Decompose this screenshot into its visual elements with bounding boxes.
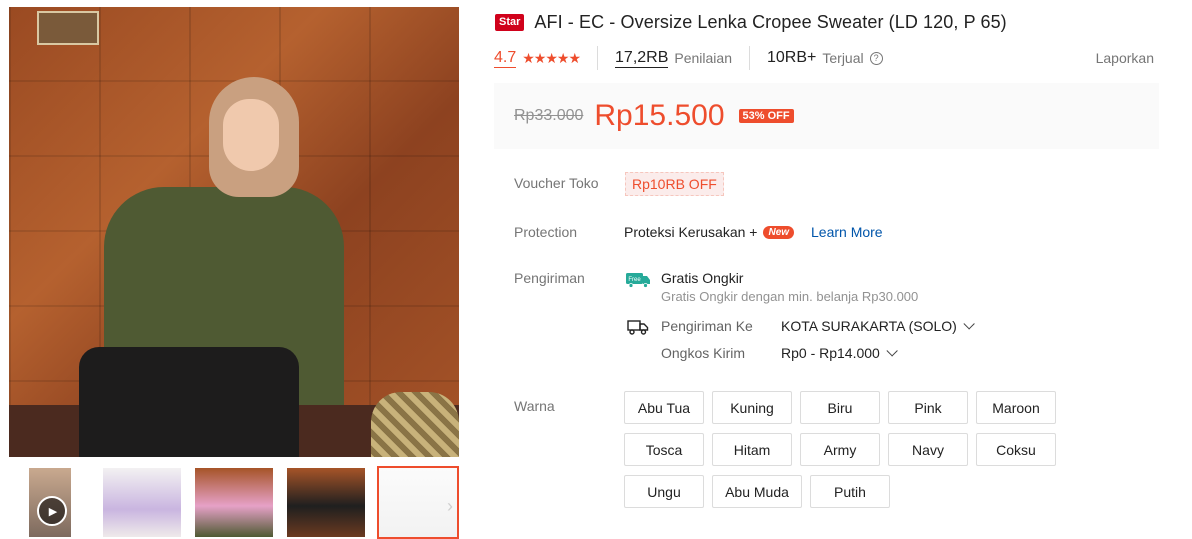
variant-option[interactable]: Pink [888, 391, 968, 424]
chevron-down-icon [963, 318, 975, 330]
shipping-to-label: Pengiriman Ke [661, 318, 753, 334]
variant-option[interactable]: Kuning [712, 391, 792, 424]
thumbnail-image [379, 468, 457, 537]
product-title: AFI - EC - Oversize Lenka Cropee Sweater… [534, 12, 1007, 32]
variant-option[interactable]: Navy [888, 433, 968, 466]
truck-icon [627, 320, 649, 335]
rating-value[interactable]: 4.7 [494, 49, 517, 68]
help-icon[interactable]: ? [869, 51, 883, 65]
variant-option[interactable]: Coksu [976, 433, 1056, 466]
play-icon[interactable]: ▶ [37, 496, 67, 526]
shipping-cost-label: Ongkos Kirim [661, 345, 746, 361]
model-face-image [223, 99, 279, 171]
learn-more-link[interactable]: Learn More [811, 224, 883, 240]
wall-plaque-image [37, 11, 99, 45]
protection-label: Protection [514, 224, 578, 240]
variant-option[interactable]: Tosca [624, 433, 704, 466]
original-price: Rp33.000 [514, 107, 584, 124]
review-label: Penilaian [674, 50, 732, 66]
thumbnail-4[interactable] [285, 466, 367, 539]
model-skirt-image [79, 347, 299, 457]
sold-count: 10RB+ [767, 49, 817, 66]
free-shipping-icon: Free [626, 273, 650, 288]
shipping-destination-value: KOTA SURAKARTA (SOLO) [781, 318, 957, 334]
review-count[interactable]: 17,2RB [615, 49, 669, 68]
price-box: Rp33.000 Rp15.500 53% OFF [494, 83, 1159, 149]
variant-option[interactable]: Putih [810, 475, 890, 508]
chevron-down-icon [886, 345, 898, 357]
variant-option[interactable]: Maroon [976, 391, 1056, 424]
variant-option[interactable]: Hitam [712, 433, 792, 466]
rating-stars-icon: ★★★★★ [522, 49, 581, 66]
shipping-destination-dropdown[interactable]: KOTA SURAKARTA (SOLO) [781, 318, 975, 334]
divider [749, 46, 750, 70]
shipping-cost-dropdown[interactable]: Rp0 - Rp14.000 [781, 345, 898, 361]
voucher-label: Voucher Toko [514, 175, 599, 191]
thumbnail-5[interactable]: › [377, 466, 459, 539]
thumbnail-2[interactable] [101, 466, 183, 539]
divider [597, 46, 599, 70]
shipping-label: Pengiriman [514, 270, 585, 286]
thumbnail-image [103, 468, 181, 537]
current-price: Rp15.500 [594, 99, 725, 132]
variant-label: Warna [514, 398, 555, 414]
variant-option[interactable]: Abu Muda [712, 475, 802, 508]
thumbnail-video[interactable]: ▶ [27, 466, 73, 539]
thumbnail-strip: ▶ › [9, 466, 459, 539]
variant-option[interactable]: Army [800, 433, 880, 466]
shipping-cost-value: Rp0 - Rp14.000 [781, 345, 880, 361]
product-stats: 4.7 ★★★★★ 17,2RB Penilaian 10RB+ Terjual… [494, 46, 1154, 70]
chevron-right-icon[interactable]: › [447, 496, 453, 517]
variant-option[interactable]: Abu Tua [624, 391, 704, 424]
free-shipping-subtitle: Gratis Ongkir dengan min. belanja Rp30.0… [661, 289, 919, 304]
thumbnail-image [287, 468, 365, 537]
new-badge: New [763, 225, 795, 239]
report-link[interactable]: Laporkan [1096, 50, 1154, 66]
variant-option[interactable]: Ungu [624, 475, 704, 508]
free-shipping-title: Gratis Ongkir [661, 270, 744, 286]
product-main-image[interactable] [9, 7, 459, 457]
basket-image [371, 392, 459, 457]
thumbnail-3[interactable] [193, 466, 275, 539]
free-icon-text: Free [628, 277, 641, 283]
variant-option[interactable]: Biru [800, 391, 880, 424]
thumbnail-image [195, 468, 273, 537]
protection-info: Proteksi Kerusakan + New [624, 224, 795, 240]
discount-badge: 53% OFF [738, 109, 794, 123]
star-seller-badge: Star [495, 14, 525, 31]
protection-text: Proteksi Kerusakan + [624, 224, 758, 240]
voucher-chip[interactable]: Rp10RB OFF [625, 172, 724, 196]
sold-label: Terjual [822, 50, 864, 66]
product-title-row: Star AFI - EC - Oversize Lenka Cropee Sw… [495, 12, 1007, 33]
